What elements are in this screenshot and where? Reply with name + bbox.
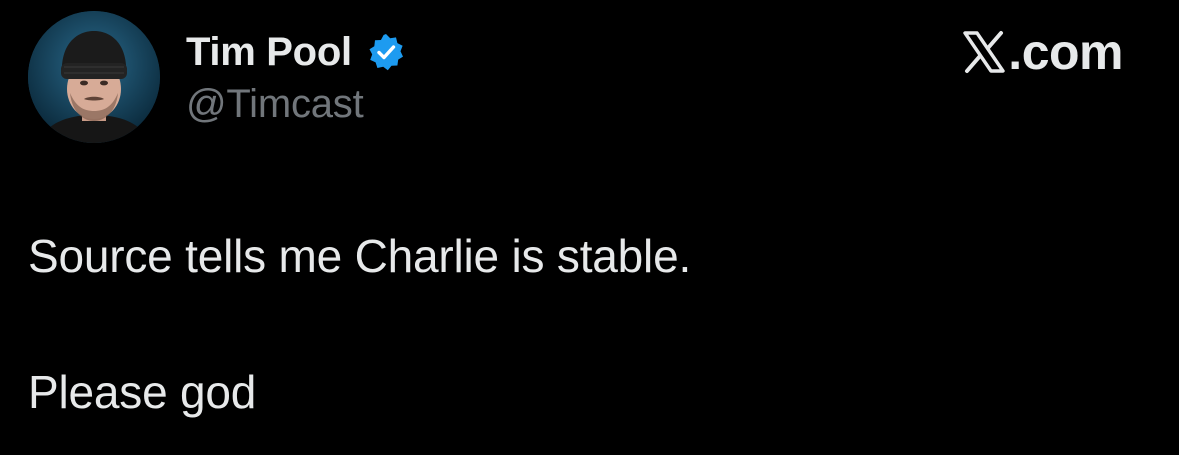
- brand-domain-text: .com: [1008, 24, 1123, 80]
- author-block: Tim Pool @Timcast: [186, 28, 406, 127]
- avatar[interactable]: [28, 11, 160, 143]
- tweet-card: Tim Pool @Timcast .com Source tells me C…: [0, 0, 1179, 455]
- tweet-paragraph: Source tells me Charlie is stable.: [28, 230, 692, 282]
- brand-watermark: .com: [962, 24, 1123, 80]
- tweet-body: Source tells me Charlie is stable. Pleas…: [28, 222, 691, 426]
- name-row: Tim Pool: [186, 28, 406, 76]
- avatar-image: [28, 11, 160, 143]
- display-name[interactable]: Tim Pool: [186, 30, 352, 75]
- tweet-paragraph: Please god: [28, 366, 257, 418]
- user-handle[interactable]: @Timcast: [186, 82, 406, 127]
- x-logo-icon: [962, 30, 1006, 74]
- verified-badge-icon: [366, 32, 406, 72]
